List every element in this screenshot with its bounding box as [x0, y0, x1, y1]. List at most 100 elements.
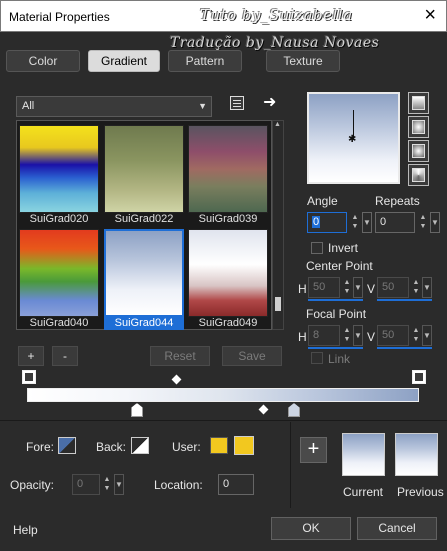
repeats-input[interactable]: 0 — [375, 212, 415, 233]
help-link[interactable]: Help — [13, 523, 38, 537]
linear-style-button[interactable] — [408, 92, 429, 114]
opacity-stepper[interactable]: ▲ ▼ — [101, 475, 113, 493]
tab-pattern[interactable]: Pattern — [168, 50, 242, 72]
repeats-stepper[interactable]: ▲ ▼ — [417, 213, 429, 231]
link-checkbox[interactable] — [311, 352, 323, 364]
tab-gradient[interactable]: Gradient — [88, 50, 160, 72]
center-h-label: H — [298, 282, 307, 296]
gradient-name: SuiGrad022 — [114, 213, 174, 225]
sunburst-style-button[interactable] — [408, 140, 429, 162]
focal-h-stepper[interactable]: ▲ ▼ — [341, 326, 353, 344]
gradient-swatch-selected[interactable] — [104, 229, 184, 317]
focal-v-input[interactable]: 50 — [377, 325, 409, 346]
window-title: Material Properties — [9, 10, 110, 24]
gradient-swatch[interactable] — [188, 125, 268, 213]
gradient-name: SuiGrad020 — [29, 213, 89, 225]
angle-label: Angle — [307, 194, 338, 208]
left-color-stop-marker[interactable] — [22, 370, 36, 384]
invert-checkbox[interactable] — [311, 242, 323, 254]
focal-v-stepper[interactable]: ▲ ▼ — [410, 326, 422, 344]
location-label: Location: — [154, 478, 203, 492]
divider — [0, 420, 447, 421]
back-color-button[interactable] — [131, 437, 149, 454]
invert-label: Invert — [328, 241, 359, 255]
gradient-editor-bar[interactable] — [27, 388, 419, 402]
gradient-swatch[interactable] — [104, 125, 184, 213]
gradient-name: SuiGrad039 — [198, 213, 258, 225]
category-dropdown[interactable]: All ▼ — [16, 96, 212, 117]
user-color-swatch[interactable] — [234, 436, 254, 455]
link-label: Link — [328, 352, 351, 366]
remove-gradient-button[interactable]: - — [52, 346, 78, 366]
close-icon[interactable]: × — [424, 5, 436, 25]
repeats-label: Repeats — [375, 194, 420, 208]
gradient-preview[interactable]: ✱ — [307, 92, 400, 184]
current-material-swatch[interactable] — [342, 433, 385, 476]
watermark-line1: Tuto by_Suizabella — [200, 6, 353, 24]
focal-h-dropdown-icon[interactable]: ▼ — [353, 325, 363, 346]
fore-label: Fore: — [26, 440, 55, 454]
gradient-name-selected: SuiGrad044 — [104, 317, 184, 330]
center-h-input[interactable]: 50 — [308, 277, 340, 298]
save-button[interactable]: Save — [222, 346, 282, 366]
top-midpoint-diamond[interactable] — [171, 374, 182, 385]
center-h-dropdown-icon[interactable]: ▼ — [353, 277, 363, 298]
opacity-input[interactable]: 0 — [72, 474, 100, 495]
focal-v-slider[interactable] — [377, 347, 432, 349]
focal-v-dropdown-icon[interactable]: ▼ — [422, 325, 432, 346]
gradient-list: SuiGrad020 SuiGrad022 SuiGrad039 SuiGrad… — [16, 120, 272, 330]
chevron-down-icon: ▼ — [198, 101, 207, 111]
opacity-label: Opacity: — [10, 478, 55, 492]
divider — [290, 422, 291, 508]
opacity-dropdown-icon[interactable]: ▼ — [114, 474, 124, 495]
watermark-line2: Tradução by_Nausa Novaes — [170, 35, 380, 51]
previous-material-swatch[interactable] — [395, 433, 438, 476]
resource-manager-icon[interactable] — [230, 96, 244, 110]
color-stop-start[interactable] — [131, 403, 143, 417]
color-stop-end[interactable] — [288, 403, 300, 417]
angle-stepper[interactable]: ▲ ▼ — [349, 213, 361, 231]
focal-h-slider[interactable] — [308, 347, 363, 349]
center-v-dropdown-icon[interactable]: ▼ — [422, 277, 432, 298]
center-point-label: Center Point — [306, 259, 373, 273]
reset-button[interactable]: Reset — [150, 346, 210, 366]
location-input[interactable]: 0 — [218, 474, 254, 495]
focal-point-label: Focal Point — [306, 307, 367, 321]
radial-style-button[interactable] — [408, 164, 429, 186]
angle-dropdown-icon[interactable]: ▼ — [362, 212, 372, 233]
gradient-list-scrollbar[interactable]: ▲ — [272, 120, 284, 330]
back-label: Back: — [96, 440, 127, 454]
center-h-stepper[interactable]: ▲ ▼ — [341, 278, 353, 296]
right-color-stop-marker[interactable] — [412, 370, 426, 384]
cancel-button[interactable]: Cancel — [357, 517, 437, 540]
user-label: User: — [172, 440, 201, 454]
focal-marker-icon[interactable]: ✱ — [348, 134, 356, 145]
fore-color-button[interactable] — [58, 437, 76, 454]
angle-input[interactable]: 0 — [307, 212, 347, 233]
scroll-thumb[interactable] — [275, 297, 281, 311]
center-h-slider[interactable] — [308, 299, 363, 301]
center-v-input[interactable]: 50 — [377, 277, 409, 298]
center-v-stepper[interactable]: ▲ ▼ — [410, 278, 422, 296]
focal-h-input[interactable]: 8 — [308, 325, 340, 346]
user-color-button[interactable] — [210, 437, 228, 454]
bottom-midpoint-diamond[interactable] — [258, 404, 269, 415]
repeats-dropdown-icon[interactable]: ▼ — [430, 212, 440, 233]
arrow-right-icon[interactable]: ➜ — [263, 92, 276, 112]
scroll-up-icon[interactable]: ▲ — [274, 121, 281, 128]
tab-texture[interactable]: Texture — [266, 50, 340, 72]
gradient-swatch[interactable] — [188, 229, 268, 317]
focal-v-label: V — [367, 330, 376, 344]
add-gradient-button[interactable]: + — [18, 346, 44, 366]
gradient-swatch[interactable] — [19, 229, 99, 317]
rectangular-style-button[interactable] — [408, 116, 429, 138]
ok-button[interactable]: OK — [271, 517, 351, 540]
add-swatch-button[interactable]: + — [300, 437, 327, 463]
center-v-slider[interactable] — [377, 299, 432, 301]
tab-color[interactable]: Color — [6, 50, 80, 72]
category-selected: All — [22, 100, 35, 112]
current-label: Current — [343, 485, 384, 499]
gradient-name: SuiGrad049 — [198, 317, 258, 329]
focal-h-label: H — [298, 330, 307, 344]
gradient-swatch[interactable] — [19, 125, 99, 213]
